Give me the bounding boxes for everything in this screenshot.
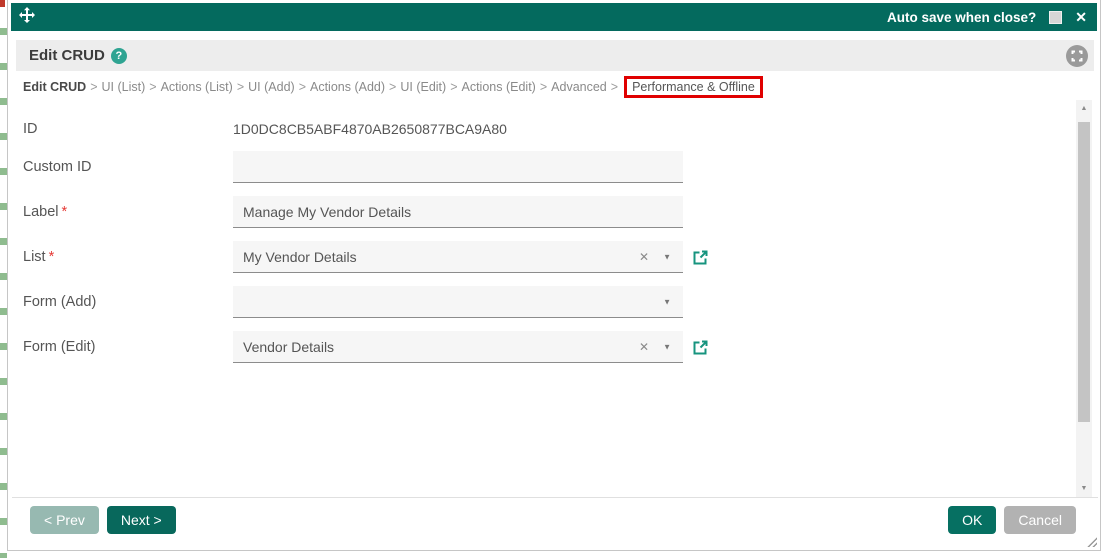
form-edit-select[interactable]: Vendor Details ✕ ▼: [233, 331, 683, 363]
breadcrumb-item-actions-list[interactable]: Actions (List): [161, 80, 233, 94]
breadcrumb-separator: >: [236, 80, 245, 94]
form-row-form-add: Form (Add) ▼: [23, 285, 683, 319]
breadcrumb-item-actions-edit[interactable]: Actions (Edit): [462, 80, 536, 94]
scroll-down-icon[interactable]: ▼: [1076, 480, 1092, 497]
background-fragment: [0, 0, 5, 7]
help-icon[interactable]: ?: [110, 47, 127, 64]
page-title: Edit CRUD: [29, 47, 105, 64]
edit-crud-dialog: Auto save when close? ✕ Edit CRUD ? Edit…: [7, 0, 1101, 551]
clear-icon[interactable]: ✕: [639, 340, 649, 354]
form-row-custom-id: Custom ID: [23, 150, 683, 184]
scrollbar-thumb[interactable]: [1078, 122, 1090, 422]
chevron-down-icon[interactable]: ▼: [663, 342, 671, 351]
clear-icon[interactable]: ✕: [639, 250, 649, 264]
field-label-form-add: Form (Add): [23, 294, 97, 310]
close-icon[interactable]: ✕: [1075, 10, 1087, 24]
form-add-select[interactable]: ▼: [233, 286, 683, 318]
dialog-titlebar[interactable]: Auto save when close? ✕: [11, 3, 1097, 31]
open-list-editor-icon[interactable]: [693, 250, 708, 265]
field-label-list: List *: [23, 249, 233, 265]
move-icon[interactable]: [19, 6, 35, 28]
open-form-editor-icon[interactable]: [693, 340, 708, 355]
breadcrumb-item-ui-list[interactable]: UI (List): [102, 80, 146, 94]
fullscreen-icon[interactable]: [1066, 44, 1088, 67]
breadcrumb-item-edit-crud[interactable]: Edit CRUD: [23, 80, 86, 94]
list-select[interactable]: My Vendor Details ✕ ▼: [233, 241, 683, 273]
form-row-id: ID 1D0DC8CB5ABF4870AB2650877BCA9A80: [23, 112, 507, 146]
breadcrumb-separator: >: [610, 80, 619, 94]
breadcrumb-item-actions-add[interactable]: Actions (Add): [310, 80, 385, 94]
id-value: 1D0DC8CB5ABF4870AB2650877BCA9A80: [233, 121, 507, 137]
field-label-form-edit: Form (Edit): [23, 339, 96, 355]
required-marker: *: [48, 249, 55, 265]
label-input[interactable]: [233, 196, 683, 228]
background-page-edge: [0, 0, 7, 558]
breadcrumb-separator: >: [539, 80, 548, 94]
breadcrumb-separator: >: [149, 80, 157, 94]
scroll-up-icon[interactable]: ▲: [1076, 100, 1092, 117]
breadcrumb-item-performance-offline[interactable]: Performance & Offline: [624, 76, 763, 98]
next-button[interactable]: Next >: [106, 506, 176, 534]
chevron-down-icon[interactable]: ▼: [663, 297, 671, 306]
breadcrumb: Edit CRUD > UI (List) > Actions (List) >…: [23, 76, 763, 98]
list-select-value: My Vendor Details: [243, 248, 357, 265]
breadcrumb-separator: >: [450, 80, 458, 94]
breadcrumb-separator: >: [389, 80, 397, 94]
custom-id-input[interactable]: [233, 151, 683, 183]
field-label-text: List: [23, 249, 46, 265]
form-row-label: Label *: [23, 195, 683, 229]
form-content: ID 1D0DC8CB5ABF4870AB2650877BCA9A80 Cust…: [8, 100, 1076, 497]
breadcrumb-item-ui-add[interactable]: UI (Add): [248, 80, 295, 94]
field-label-text: Label: [23, 204, 59, 220]
form-row-form-edit: Form (Edit) Vendor Details ✕ ▼: [23, 330, 708, 364]
ok-button[interactable]: OK: [948, 506, 997, 534]
field-label-custom-id: Custom ID: [23, 159, 92, 175]
chevron-down-icon[interactable]: ▼: [663, 252, 671, 261]
autosave-label: Auto save when close?: [886, 9, 1037, 25]
breadcrumb-separator: >: [90, 80, 98, 94]
field-label-id: ID: [23, 121, 38, 137]
breadcrumb-separator: >: [298, 80, 306, 94]
field-label-label: Label *: [23, 204, 233, 220]
scrollbar[interactable]: ▲ ▼: [1076, 100, 1092, 497]
autosave-checkbox[interactable]: [1049, 10, 1063, 24]
dialog-footer: < Prev Next > OK Cancel: [12, 497, 1098, 550]
required-marker: *: [61, 204, 68, 220]
breadcrumb-item-advanced[interactable]: Advanced: [551, 80, 607, 94]
prev-button[interactable]: < Prev: [30, 506, 99, 534]
form-edit-select-value: Vendor Details: [243, 338, 335, 355]
form-row-list: List * My Vendor Details ✕ ▼: [23, 240, 708, 274]
panel-header: Edit CRUD ?: [16, 40, 1094, 71]
cancel-button[interactable]: Cancel: [1004, 506, 1076, 534]
breadcrumb-item-ui-edit[interactable]: UI (Edit): [400, 80, 446, 94]
